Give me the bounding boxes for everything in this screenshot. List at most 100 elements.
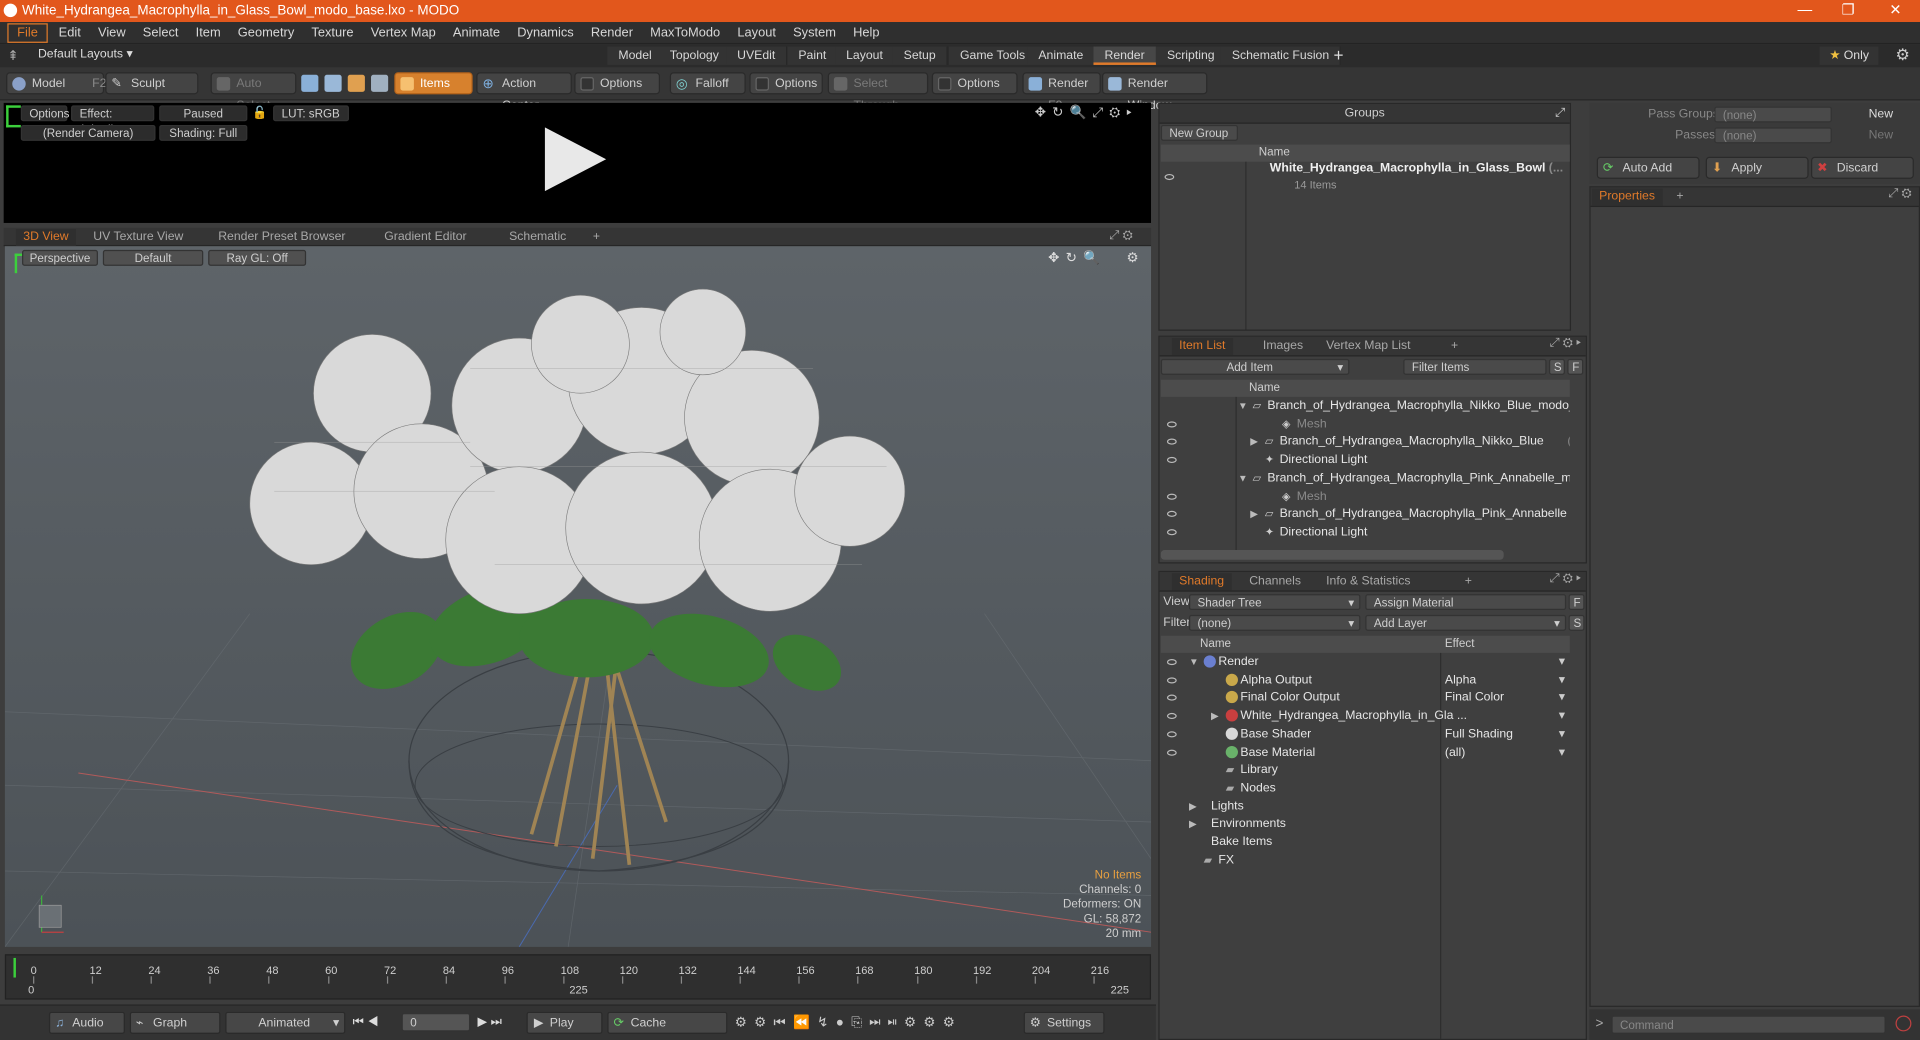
- cache-deformers-button[interactable]: ⟳Cache Deformers: [607, 1011, 728, 1040]
- tab-properties[interactable]: Properties: [1591, 188, 1663, 206]
- materials-icon[interactable]: [371, 74, 389, 92]
- shading-dropdown[interactable]: Shading: Full: [159, 124, 248, 141]
- eye-icon[interactable]: [1166, 421, 1177, 428]
- play-icon[interactable]: [542, 127, 608, 192]
- menu-view[interactable]: View: [89, 21, 134, 43]
- item-list-row[interactable]: ◈ Mesh: [1160, 415, 1570, 433]
- tab-vertex-map-list[interactable]: Vertex Map List: [1319, 338, 1418, 355]
- menu-animate[interactable]: Animate: [444, 21, 508, 43]
- tab-channels[interactable]: Channels: [1242, 573, 1308, 590]
- shader-tree-row[interactable]: ▼ Render ▾: [1160, 653, 1570, 671]
- only-toggle[interactable]: ★ Only: [1819, 46, 1879, 65]
- preview-paused-button[interactable]: Paused: [159, 105, 248, 122]
- shading-f-button[interactable]: F: [1568, 594, 1585, 611]
- item-list-row[interactable]: ✦ Directional Light: [1160, 523, 1570, 541]
- chevron-right-icon[interactable]: ▶: [1250, 505, 1258, 523]
- passes-new-button[interactable]: New: [1869, 129, 1894, 142]
- add-layer-dropdown[interactable]: Add Layer ▾: [1365, 614, 1567, 631]
- shader-tree-row[interactable]: Alpha Output Alpha ▾: [1160, 671, 1570, 689]
- menu-system[interactable]: System: [785, 21, 845, 43]
- shader-tree-row[interactable]: Final Color Output Final Color ▾: [1160, 689, 1570, 707]
- shader-tree-row[interactable]: Bake Items: [1160, 833, 1570, 851]
- shader-tree-row[interactable]: ▶ Environments: [1160, 815, 1570, 833]
- chevron-right-icon[interactable]: ▶: [1189, 815, 1197, 833]
- chevron-down-icon[interactable]: ▼: [1189, 653, 1199, 671]
- group-item-name[interactable]: White_Hydrangea_Macrophylla_in_Glass_Bow…: [1270, 162, 1563, 175]
- eye-icon[interactable]: [1166, 677, 1177, 684]
- action-center-button[interactable]: ⊕Action Center: [476, 72, 572, 113]
- view-dropdown[interactable]: Shader Tree ▾: [1188, 594, 1361, 611]
- viewport-tab-gradient-editor[interactable]: Gradient Editor: [377, 229, 474, 246]
- chevron-down-icon[interactable]: ▾: [1559, 725, 1565, 743]
- layout-tab-game-tools[interactable]: Game Tools: [948, 46, 1038, 65]
- properties-panel-icons[interactable]: ⤢ ⚙: [1888, 187, 1911, 200]
- item-list-s-button[interactable]: S: [1548, 358, 1565, 375]
- item-list-row[interactable]: ◈ Mesh: [1160, 487, 1570, 505]
- layout-preset-dropdown[interactable]: Default Layouts ▾: [38, 48, 133, 61]
- audio-button[interactable]: ♫ Audio: [48, 1011, 125, 1034]
- menu-geometry[interactable]: Geometry: [229, 21, 303, 43]
- filter-dropdown[interactable]: (none) ▾: [1188, 614, 1361, 631]
- layout-tab-model[interactable]: Model: [607, 46, 664, 65]
- menu-select[interactable]: Select: [134, 21, 187, 43]
- gear-icon[interactable]: ⚙: [1896, 45, 1910, 65]
- auto-select-button[interactable]: Auto Select: [210, 72, 297, 113]
- expand-icon[interactable]: ⤢: [1555, 104, 1565, 122]
- model-mode-button[interactable]: Model F2: [6, 72, 106, 95]
- add-tab-button[interactable]: +: [1669, 189, 1691, 206]
- chevron-right-icon[interactable]: ▶: [1189, 797, 1197, 815]
- graph-editor-button[interactable]: ⌁Graph Editor: [129, 1011, 221, 1040]
- lut-dropdown[interactable]: LUT: sRGB: [273, 105, 349, 122]
- menu-edit[interactable]: Edit: [50, 21, 89, 43]
- record-icon[interactable]: [1895, 1015, 1912, 1032]
- chevron-down-icon[interactable]: ▼: [1238, 397, 1248, 415]
- apply-button[interactable]: ⬇ Apply: [1705, 156, 1809, 179]
- item-list-row[interactable]: ▶ ▱ Branch_of_Hydrangea_Macrophylla_Pink_A…: [1160, 505, 1570, 523]
- settings-button[interactable]: ⚙ Settings: [1023, 1011, 1105, 1034]
- add-layout-button[interactable]: +: [1333, 45, 1343, 65]
- chevron-down-icon[interactable]: ▾: [1559, 671, 1565, 689]
- eye-icon[interactable]: [1164, 173, 1175, 181]
- eye-icon[interactable]: [1166, 511, 1177, 518]
- chevron-right-icon[interactable]: ▶: [1250, 433, 1258, 451]
- layout-tab-topology[interactable]: Topology: [658, 46, 732, 65]
- layout-tab-paint[interactable]: Paint: [787, 46, 839, 65]
- discard-button[interactable]: ✖ Discard: [1811, 156, 1914, 179]
- restore-button[interactable]: ❐: [1842, 1, 1855, 18]
- chevron-down-icon[interactable]: ▾: [1559, 743, 1565, 761]
- shader-tree-row[interactable]: ▶ White_Hydrangea_Macrophylla_in_Gla ... ▾: [1160, 707, 1570, 725]
- horizontal-scrollbar[interactable]: [1160, 550, 1504, 560]
- vertices-icon[interactable]: [301, 74, 319, 92]
- chevron-down-icon[interactable]: ▼: [1238, 469, 1248, 487]
- effect-dropdown[interactable]: (all): [1445, 743, 1465, 761]
- timeline[interactable]: 0 12 24 36 48 60 72 84 96 108 120 132 144 156 168 180 19…: [4, 954, 1152, 1000]
- effect-dropdown[interactable]: Full Shading: [1445, 725, 1513, 743]
- add-tab-button[interactable]: +: [1444, 338, 1466, 355]
- render-camera-dropdown[interactable]: (Render Camera): [20, 124, 156, 141]
- eye-icon[interactable]: [1166, 529, 1177, 536]
- shader-tree-row[interactable]: ▶ Lights: [1160, 797, 1570, 815]
- polygons-icon[interactable]: [347, 74, 365, 92]
- eye-icon[interactable]: [1166, 659, 1177, 666]
- eye-icon[interactable]: [1166, 457, 1177, 464]
- tab-shading[interactable]: Shading: [1171, 573, 1232, 591]
- frame-input[interactable]: 0: [401, 1013, 471, 1032]
- item-list-f-button[interactable]: F: [1567, 358, 1584, 375]
- layout-tab-setup[interactable]: Setup: [892, 46, 948, 65]
- add-viewport-tab-button[interactable]: +: [586, 229, 608, 246]
- layout-tab-layout[interactable]: Layout: [835, 46, 896, 65]
- close-button[interactable]: ✕: [1889, 1, 1901, 18]
- add-item-dropdown[interactable]: Add Item ▾: [1160, 358, 1350, 375]
- command-input[interactable]: Command: [1611, 1015, 1886, 1034]
- current-frame-marker[interactable]: [13, 957, 30, 978]
- layout-tab-scripting[interactable]: Scripting: [1155, 46, 1227, 65]
- item-list-panel-icons[interactable]: ⤢ ⚙ ▸: [1550, 337, 1581, 350]
- layout-tab-render[interactable]: Render: [1093, 46, 1157, 65]
- viewport-tab-3d-view[interactable]: 3D View: [15, 229, 76, 247]
- menu-render[interactable]: Render: [582, 21, 641, 43]
- new-group-button[interactable]: New Group: [1160, 124, 1238, 141]
- shader-tree-row[interactable]: Base Material (all) ▾: [1160, 743, 1570, 761]
- item-list-row[interactable]: ▶ ▱ Branch_of_Hydrangea_Macrophylla_Nikko_…: [1160, 433, 1570, 451]
- eye-icon[interactable]: [1166, 713, 1177, 720]
- items-mode-button[interactable]: Items: [394, 72, 473, 95]
